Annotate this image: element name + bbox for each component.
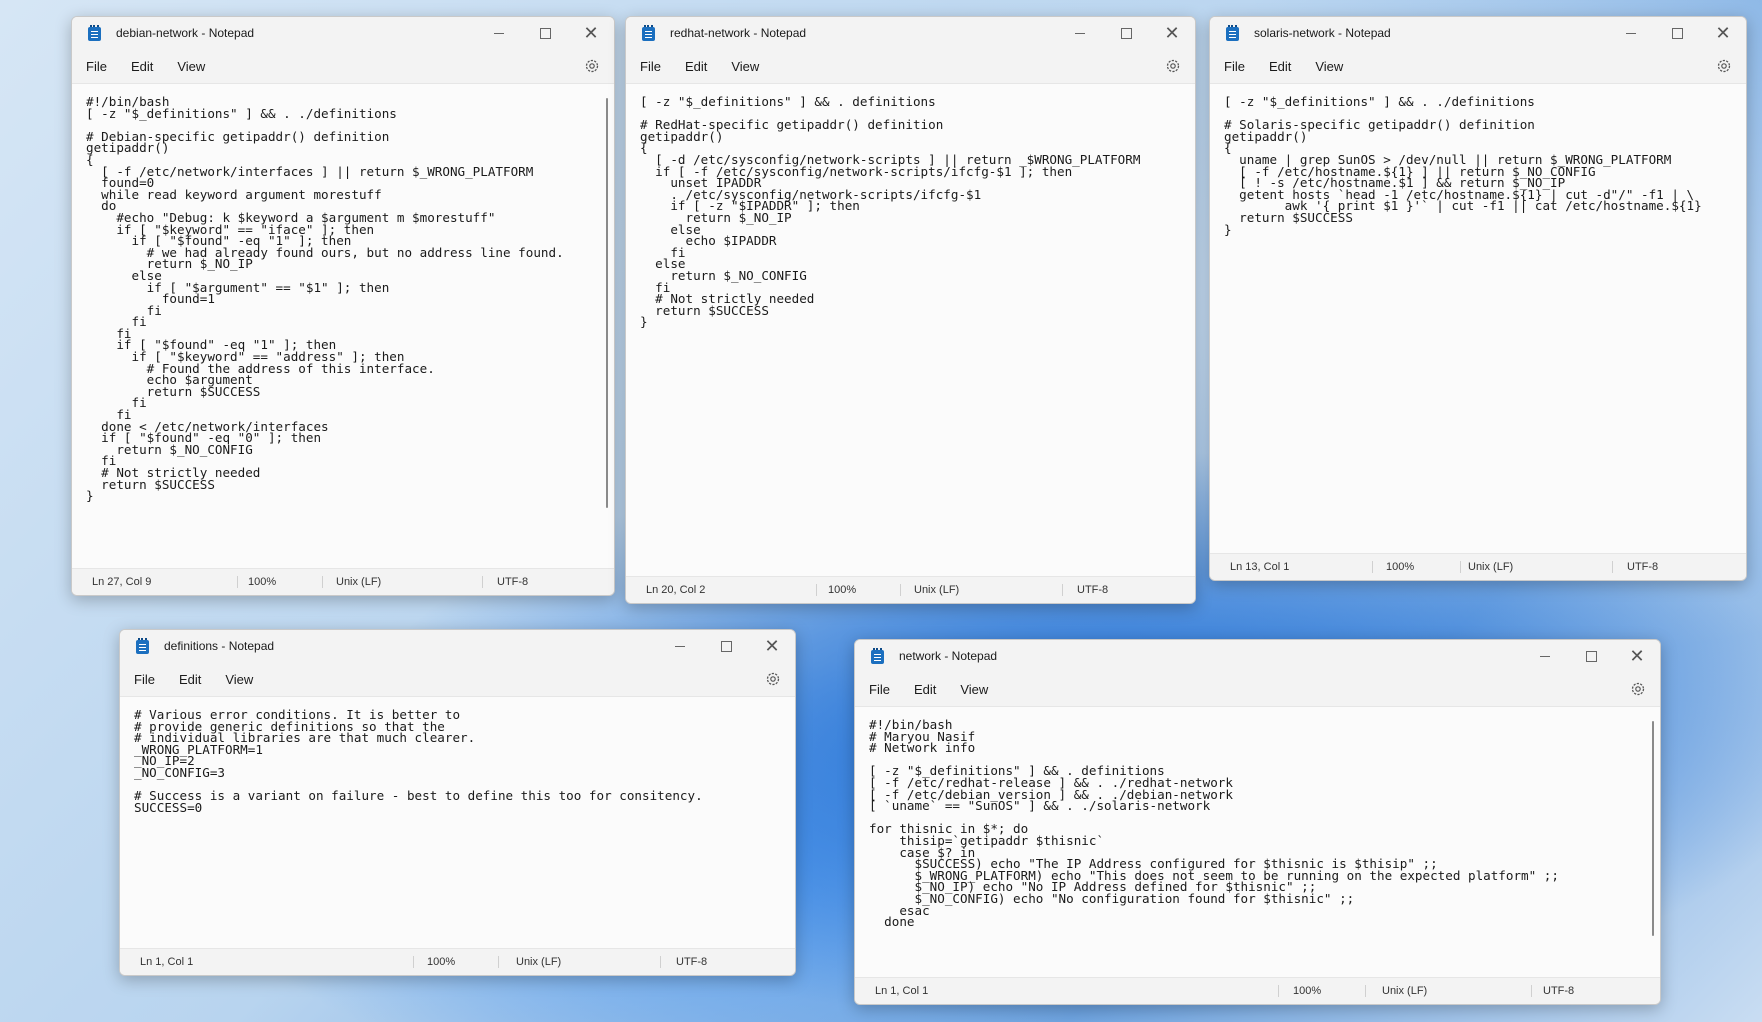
menu-file[interactable]: File [861,682,898,697]
maximize-button[interactable] [1654,17,1700,49]
text-editor[interactable]: #!/bin/bash [ -z "$_definitions" ] && . … [72,83,614,568]
title-bar[interactable]: redhat-network - Notepad ✕ [626,17,1195,49]
status-bar: Ln 27, Col 9 100% Unix (LF) UTF-8 [72,568,614,595]
line-ending[interactable]: Unix (LF) [1468,561,1513,573]
menu-edit[interactable]: Edit [677,59,715,74]
zoom-level[interactable]: 100% [1293,985,1321,997]
window-title: definitions - Notepad [164,639,275,653]
zoom-level[interactable]: 100% [828,584,856,596]
close-button[interactable]: ✕ [568,17,614,49]
menu-view[interactable]: View [723,59,767,74]
minimize-button[interactable] [1608,17,1654,49]
menu-file[interactable]: File [78,59,115,74]
notepad-icon [642,25,656,41]
menu-bar: File Edit View [72,49,614,83]
zoom-level[interactable]: 100% [248,576,276,588]
editor-content[interactable]: [ -z "$_definitions" ] && . definitions … [626,84,1195,340]
encoding[interactable]: UTF-8 [497,576,528,588]
title-bar[interactable]: network - Notepad ✕ [855,640,1660,672]
line-ending[interactable]: Unix (LF) [336,576,381,588]
encoding[interactable]: UTF-8 [1077,584,1108,596]
text-editor[interactable]: #!/bin/bash # Maryou Nasif # Network inf… [855,706,1660,977]
encoding[interactable]: UTF-8 [676,956,707,968]
menu-file[interactable]: File [632,59,669,74]
gear-icon[interactable] [1716,58,1732,74]
cursor-position: Ln 27, Col 9 [92,576,152,588]
minimize-button[interactable] [1057,17,1103,49]
line-ending[interactable]: Unix (LF) [914,584,959,596]
menu-bar: File Edit View [855,672,1660,706]
zoom-level[interactable]: 100% [1386,561,1414,573]
editor-content[interactable]: #!/bin/bash # Maryou Nasif # Network inf… [855,707,1660,940]
vertical-scrollbar[interactable] [606,98,608,508]
menu-bar: File Edit View [120,662,795,696]
menu-view[interactable]: View [169,59,213,74]
text-editor[interactable]: [ -z "$_definitions" ] && . definitions … [626,83,1195,576]
menu-bar: File Edit View [626,49,1195,83]
maximize-button[interactable] [1103,17,1149,49]
menu-file[interactable]: File [126,672,163,687]
gear-icon[interactable] [1630,681,1646,697]
status-bar: Ln 20, Col 2 100% Unix (LF) UTF-8 [626,576,1195,603]
notepad-icon [871,648,885,664]
minimize-button[interactable] [1522,640,1568,672]
notepad-window-network[interactable]: network - Notepad ✕ File Edit View #!/bi… [854,639,1661,1005]
editor-content[interactable]: #!/bin/bash [ -z "$_definitions" ] && . … [72,84,614,514]
minimize-button[interactable] [657,630,703,662]
window-title: solaris-network - Notepad [1254,26,1391,40]
encoding[interactable]: UTF-8 [1543,985,1574,997]
notepad-icon [136,638,150,654]
menu-file[interactable]: File [1216,59,1253,74]
notepad-window-debian[interactable]: debian-network - Notepad ✕ File Edit Vie… [71,16,615,596]
line-ending[interactable]: Unix (LF) [516,956,561,968]
notepad-window-definitions[interactable]: definitions - Notepad ✕ File Edit View #… [119,629,796,976]
text-editor[interactable]: # Various error conditions. It is better… [120,696,795,948]
vertical-scrollbar[interactable] [1652,721,1654,936]
minimize-button[interactable] [476,17,522,49]
menu-bar: File Edit View [1210,49,1746,83]
menu-edit[interactable]: Edit [123,59,161,74]
menu-edit[interactable]: Edit [171,672,209,687]
maximize-button[interactable] [1568,640,1614,672]
title-bar[interactable]: solaris-network - Notepad ✕ [1210,17,1746,49]
cursor-position: Ln 1, Col 1 [140,956,194,968]
zoom-level[interactable]: 100% [427,956,455,968]
cursor-position: Ln 13, Col 1 [1230,561,1290,573]
text-editor[interactable]: [ -z "$_definitions" ] && . ./definition… [1210,83,1746,553]
status-bar: Ln 1, Col 1 100% Unix (LF) UTF-8 [855,977,1660,1004]
window-title: network - Notepad [899,649,998,663]
editor-content[interactable]: [ -z "$_definitions" ] && . ./definition… [1210,84,1746,247]
notepad-icon [1226,25,1240,41]
title-bar[interactable]: debian-network - Notepad ✕ [72,17,614,49]
close-button[interactable]: ✕ [749,630,795,662]
window-title: redhat-network - Notepad [670,26,807,40]
menu-edit[interactable]: Edit [906,682,944,697]
status-bar: Ln 1, Col 1 100% Unix (LF) UTF-8 [120,948,795,975]
cursor-position: Ln 1, Col 1 [875,985,929,997]
notepad-window-solaris[interactable]: solaris-network - Notepad ✕ File Edit Vi… [1209,16,1747,581]
status-bar: Ln 13, Col 1 100% Unix (LF) UTF-8 [1210,553,1746,580]
editor-content[interactable]: # Various error conditions. It is better… [120,697,795,825]
title-bar[interactable]: definitions - Notepad ✕ [120,630,795,662]
close-button[interactable]: ✕ [1700,17,1746,49]
menu-view[interactable]: View [952,682,996,697]
notepad-icon [88,25,102,41]
maximize-button[interactable] [703,630,749,662]
cursor-position: Ln 20, Col 2 [646,584,706,596]
window-title: debian-network - Notepad [116,26,255,40]
menu-view[interactable]: View [217,672,261,687]
line-ending[interactable]: Unix (LF) [1382,985,1427,997]
notepad-window-redhat[interactable]: redhat-network - Notepad ✕ File Edit Vie… [625,16,1196,604]
close-button[interactable]: ✕ [1149,17,1195,49]
gear-icon[interactable] [1165,58,1181,74]
close-button[interactable]: ✕ [1614,640,1660,672]
maximize-button[interactable] [522,17,568,49]
gear-icon[interactable] [584,58,600,74]
encoding[interactable]: UTF-8 [1627,561,1658,573]
menu-edit[interactable]: Edit [1261,59,1299,74]
menu-view[interactable]: View [1307,59,1351,74]
gear-icon[interactable] [765,671,781,687]
